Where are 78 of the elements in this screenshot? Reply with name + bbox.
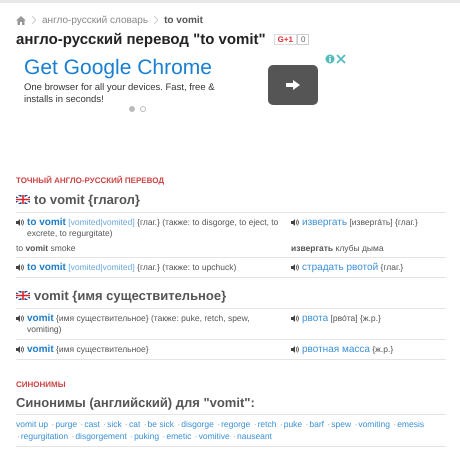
synonym-link[interactable]: vomit up xyxy=(16,419,48,429)
flag-icon xyxy=(16,195,30,204)
synonym-link[interactable]: puke xyxy=(284,419,302,429)
synonym-link[interactable]: retch xyxy=(258,419,276,429)
ad-text: One browser for all your devices. Fast, free & installs in seconds! xyxy=(24,82,216,106)
synonym-link[interactable]: barf xyxy=(309,419,324,429)
translation-text: страдать рвотой {глаг.} xyxy=(302,262,404,273)
translation-text: рвотная масса {ж.р.} xyxy=(302,344,394,355)
separator: · xyxy=(125,419,128,429)
separator: · xyxy=(217,419,220,429)
speaker-icon[interactable] xyxy=(291,315,299,322)
separator: · xyxy=(52,419,54,429)
home-icon[interactable] xyxy=(16,16,26,24)
synonym-link[interactable]: cast xyxy=(84,419,100,429)
synonym-link[interactable]: emesis xyxy=(397,419,424,429)
separator: · xyxy=(144,419,147,429)
page-title: англо-русский перевод "to vomit" xyxy=(16,31,266,48)
synonym-link[interactable]: vomiting xyxy=(358,419,390,429)
chevron-icon xyxy=(32,16,36,24)
translation-text: извергать [изверга́ть] {глаг.} xyxy=(302,217,418,228)
synonym-link[interactable]: regurgitation xyxy=(20,431,68,441)
synonym-link[interactable]: nauseant xyxy=(237,431,272,441)
group-heading: vomit {имя существительное} xyxy=(34,288,226,303)
synonym-link[interactable]: sick xyxy=(107,419,122,429)
example-translation: извергать клубы дыма xyxy=(291,243,385,253)
separator: · xyxy=(71,431,74,441)
breadcrumb-link[interactable]: англо-русский словарь xyxy=(42,14,148,26)
plus-one-count: 0 xyxy=(296,34,310,45)
synonym-link[interactable]: emetic xyxy=(166,431,192,441)
synonym-link[interactable]: disgorgement xyxy=(75,431,127,441)
flag-icon xyxy=(16,291,30,300)
section-label: СИНОНИМЫ xyxy=(16,380,67,389)
arrow-icon xyxy=(286,80,300,90)
synonym-link[interactable]: puking xyxy=(134,431,160,441)
separator: · xyxy=(254,419,257,429)
synonym-link[interactable]: be sick xyxy=(148,419,174,429)
breadcrumb-link[interactable]: to vomit xyxy=(164,14,203,26)
speaker-icon[interactable] xyxy=(16,264,24,271)
example-text: to vomit smoke xyxy=(16,243,77,253)
speaker-icon[interactable] xyxy=(291,264,299,271)
section-label: ТОЧНЫЙ АНГЛО-РУССКИЙ ПЕРЕВОД xyxy=(16,176,166,185)
plus-one-button[interactable]: G+1 xyxy=(274,34,297,45)
separator: · xyxy=(130,431,134,441)
synonym-link[interactable]: cat xyxy=(128,419,140,429)
entry-text: to vomit [vomited|vomited] {глаг.} (также: to upchuck) xyxy=(27,262,236,273)
separator: · xyxy=(80,419,84,429)
separator: · xyxy=(354,419,358,429)
separator: · xyxy=(306,419,308,429)
speaker-icon[interactable] xyxy=(16,219,24,226)
speaker-icon[interactable] xyxy=(16,315,24,322)
speaker-icon[interactable] xyxy=(16,346,24,353)
chevron-icon xyxy=(154,16,158,24)
separator: · xyxy=(103,419,106,429)
entry-text: vomit {имя существительное} xyxy=(27,344,149,355)
synonym-link[interactable]: spew xyxy=(331,419,352,429)
carousel-dot[interactable] xyxy=(129,106,135,112)
separator: · xyxy=(280,419,283,429)
group-heading: to vomit {глагол} xyxy=(34,192,140,207)
synonym-link[interactable]: vomitive xyxy=(198,431,230,441)
separator: · xyxy=(393,419,396,429)
arrow-button[interactable] xyxy=(268,65,318,105)
separator: · xyxy=(327,419,330,429)
ad-headline[interactable]: Get Google Chrome xyxy=(24,56,244,80)
synonym-link[interactable]: disgorge xyxy=(181,419,214,429)
synonyms-heading: Синонимы (английский) для "vomit": xyxy=(16,395,256,410)
carousel-dot[interactable] xyxy=(140,106,146,112)
separator: · xyxy=(17,431,20,441)
speaker-icon[interactable] xyxy=(291,346,299,353)
entry-text: to vomit [vomited|vomited] {глаг.} (также: to disgorge, to eject, to excrete, to regurgitate) xyxy=(27,217,280,239)
entry-text: vomit {имя существительное} (также: puke, retch, spew, vomiting) xyxy=(27,313,251,335)
separator: · xyxy=(177,419,180,429)
separator: · xyxy=(162,431,166,441)
speaker-icon[interactable] xyxy=(291,219,299,226)
synonym-link[interactable]: regorge xyxy=(221,419,250,429)
translation-text: рвота [рво́та] {ж.р.} xyxy=(302,313,381,324)
separator: · xyxy=(194,431,198,441)
synonym-link[interactable]: purge xyxy=(55,419,78,429)
separator: · xyxy=(233,431,236,441)
